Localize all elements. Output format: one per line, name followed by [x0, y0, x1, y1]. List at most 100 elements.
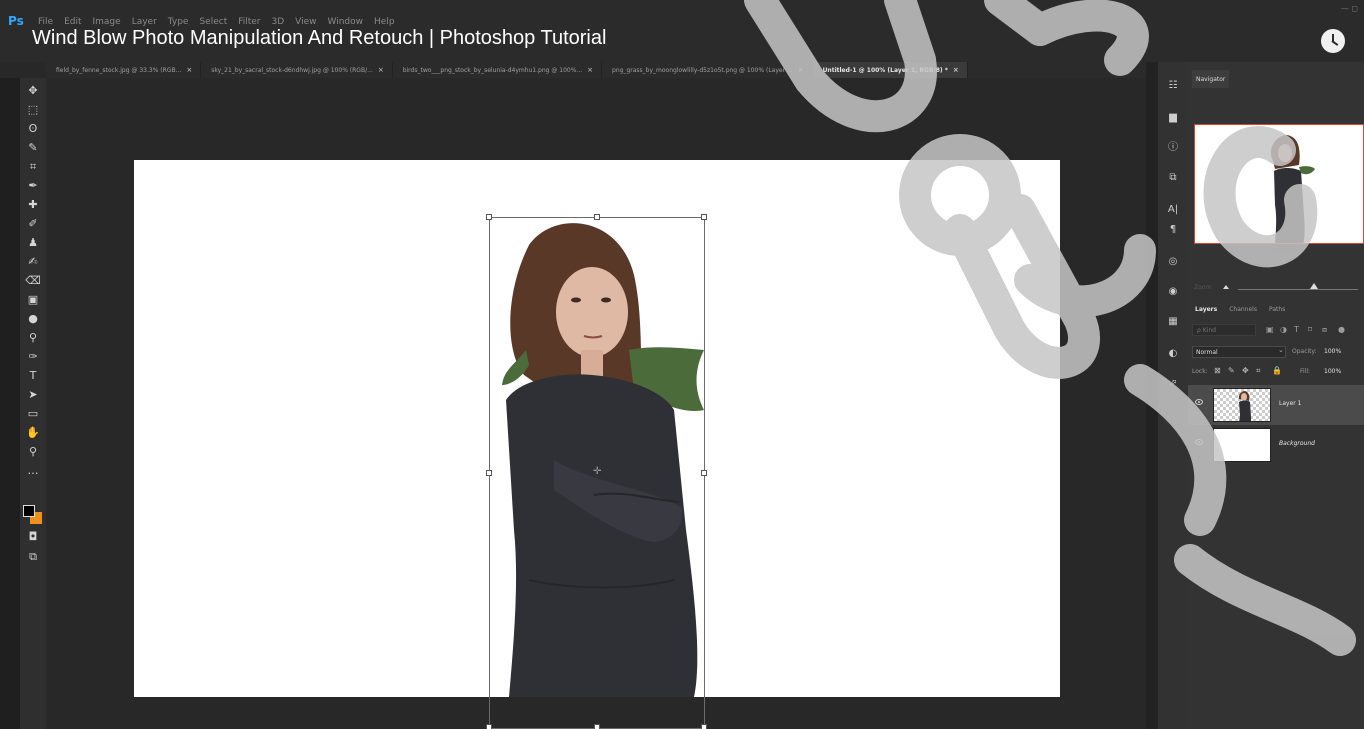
- tab-layers[interactable]: Layers: [1195, 306, 1217, 313]
- clone-stamp-tool-icon[interactable]: ♟: [20, 234, 46, 251]
- marquee-tool-icon[interactable]: ⬚: [20, 101, 46, 118]
- layer-row-layer-1[interactable]: Layer 1: [1188, 385, 1364, 425]
- zoom-tool-icon[interactable]: ⚲: [20, 443, 46, 460]
- transform-handle-top[interactable]: [594, 214, 600, 220]
- character-icon[interactable]: A|: [1158, 200, 1188, 218]
- brush-tool-icon[interactable]: ✐: [20, 215, 46, 232]
- shape-filter-icon[interactable]: ⌑: [1308, 325, 1312, 334]
- tab-untitled-1[interactable]: Untitled-1 @ 100% (Layer 1, RGB/8) * ×: [812, 62, 968, 78]
- layer-name[interactable]: Background: [1279, 440, 1315, 447]
- tab-navigator[interactable]: Navigator: [1192, 70, 1230, 88]
- menu-3d[interactable]: 3D: [272, 17, 285, 27]
- lock-artboard-icon[interactable]: ⌗: [1256, 366, 1261, 376]
- lock-position-icon[interactable]: ✥: [1242, 366, 1249, 375]
- close-icon[interactable]: ×: [953, 66, 959, 74]
- type-tool-icon[interactable]: T: [20, 367, 46, 384]
- history-icon[interactable]: ☷: [1158, 76, 1188, 94]
- eraser-tool-icon[interactable]: ⌫: [20, 272, 46, 289]
- paragraph-icon[interactable]: ¶: [1158, 220, 1188, 238]
- tab-birds-stock[interactable]: birds_two___png_stock_by_selunia-d4ymhu1…: [393, 62, 603, 78]
- layer-name[interactable]: Layer 1: [1279, 400, 1301, 407]
- menu-layer[interactable]: Layer: [132, 17, 157, 27]
- smart-object-filter-icon[interactable]: ⧈: [1322, 325, 1327, 335]
- rectangle-tool-icon[interactable]: ▭: [20, 405, 46, 422]
- path-select-tool-icon[interactable]: ➤: [20, 386, 46, 403]
- transform-handle-bottom-left[interactable]: [486, 724, 492, 729]
- history-brush-tool-icon[interactable]: ✍: [20, 253, 46, 270]
- transform-handle-bottom[interactable]: [594, 724, 600, 729]
- pen-tool-icon[interactable]: ✑: [20, 348, 46, 365]
- adjustments-icon[interactable]: ◐: [1158, 344, 1188, 362]
- eye-icon[interactable]: [1195, 399, 1203, 405]
- menu-edit[interactable]: Edit: [64, 17, 81, 27]
- navigator-preview[interactable]: [1194, 124, 1364, 244]
- opacity-field[interactable]: 100%: [1324, 348, 1341, 355]
- tab-field-stock[interactable]: field_by_fenne_stock.jpg @ 33.3% (RGB...…: [46, 62, 202, 78]
- watch-later-icon[interactable]: [1321, 29, 1345, 53]
- tab-paths[interactable]: Paths: [1269, 306, 1285, 313]
- healing-brush-tool-icon[interactable]: ✚: [20, 196, 46, 213]
- transform-handle-right[interactable]: [701, 470, 707, 476]
- info-icon[interactable]: ⓘ: [1158, 136, 1188, 154]
- blur-tool-icon[interactable]: ●: [20, 310, 46, 327]
- styles-icon[interactable]: ⬀: [1158, 374, 1188, 392]
- move-tool-icon[interactable]: ✥: [20, 82, 46, 99]
- chevron-down-icon[interactable]: ⌄: [1278, 346, 1284, 354]
- hand-tool-icon[interactable]: ✋: [20, 424, 46, 441]
- close-icon[interactable]: ×: [378, 66, 384, 74]
- transform-center-icon[interactable]: ✛: [593, 466, 601, 477]
- lasso-tool-icon[interactable]: ʘ: [20, 120, 46, 137]
- quick-select-tool-icon[interactable]: ✎: [20, 139, 46, 156]
- transform-handle-bottom-right[interactable]: [701, 724, 707, 729]
- adjustment-filter-icon[interactable]: ◑: [1280, 325, 1287, 334]
- close-icon[interactable]: ×: [798, 66, 804, 74]
- swatches-icon[interactable]: ▦: [1158, 312, 1188, 330]
- menu-select[interactable]: Select: [199, 17, 227, 27]
- layer-row-background[interactable]: Background: [1188, 425, 1364, 465]
- window-controls[interactable]: — ◻: [1341, 4, 1358, 13]
- transform-handle-top-right[interactable]: [701, 214, 707, 220]
- pixel-filter-icon[interactable]: ▣: [1266, 325, 1274, 334]
- menu-help[interactable]: Help: [374, 17, 395, 27]
- crop-tool-icon[interactable]: ⌗: [20, 158, 46, 175]
- layer-1-thumbnail-figure: [1238, 391, 1251, 421]
- tab-grass-stock[interactable]: png_grass_by_moonglowlilly-d5z1o5t.png @…: [602, 62, 813, 78]
- foreground-color-swatch[interactable]: [23, 505, 35, 517]
- menu-view[interactable]: View: [295, 17, 316, 27]
- eyedropper-tool-icon[interactable]: ✒: [20, 177, 46, 194]
- gradient-tool-icon[interactable]: ▣: [20, 291, 46, 308]
- menu-file[interactable]: File: [38, 17, 53, 27]
- zoom-slider[interactable]: [1238, 289, 1358, 290]
- opacity-label: Opacity:: [1292, 348, 1317, 355]
- more-tools-icon[interactable]: …: [20, 462, 46, 479]
- menu-type[interactable]: Type: [168, 17, 189, 27]
- navigator-thumbnail: [1270, 135, 1315, 243]
- transform-handle-top-left[interactable]: [486, 214, 492, 220]
- zoom-out-icon[interactable]: [1223, 285, 1229, 289]
- tab-channels[interactable]: Channels: [1229, 306, 1257, 313]
- histogram-icon[interactable]: ▆: [1158, 108, 1188, 126]
- color-icon[interactable]: ◉: [1158, 282, 1188, 300]
- blend-mode-select[interactable]: Normal: [1192, 346, 1286, 358]
- transform-handle-left[interactable]: [486, 470, 492, 476]
- eye-icon[interactable]: [1195, 439, 1203, 445]
- fill-field[interactable]: 100%: [1324, 368, 1341, 375]
- libraries-icon[interactable]: ◎: [1158, 252, 1188, 270]
- close-icon[interactable]: ×: [186, 66, 192, 74]
- filter-toggle-icon[interactable]: ●: [1338, 325, 1345, 334]
- zoom-slider-thumb[interactable]: [1310, 283, 1318, 289]
- menu-window[interactable]: Window: [328, 17, 364, 27]
- kind-filter-select[interactable]: ρ Kind: [1192, 324, 1256, 336]
- screen-mode-icon[interactable]: ⧉: [20, 548, 46, 565]
- close-icon[interactable]: ×: [587, 66, 593, 74]
- lock-pixels-icon[interactable]: ✎: [1228, 366, 1235, 375]
- menu-filter[interactable]: Filter: [238, 17, 260, 27]
- dodge-tool-icon[interactable]: ⚲: [20, 329, 46, 346]
- quick-mask-icon[interactable]: ◘: [20, 528, 46, 545]
- tab-sky-stock[interactable]: sky_21_by_sacral_stock-d6ndhwj.jpg @ 100…: [201, 62, 393, 78]
- lock-transparency-icon[interactable]: ⊠: [1214, 366, 1221, 375]
- lock-all-icon[interactable]: 🔒: [1272, 366, 1282, 375]
- properties-icon[interactable]: ⧉: [1158, 168, 1188, 186]
- type-filter-icon[interactable]: T: [1294, 325, 1299, 334]
- menu-image[interactable]: Image: [93, 17, 121, 27]
